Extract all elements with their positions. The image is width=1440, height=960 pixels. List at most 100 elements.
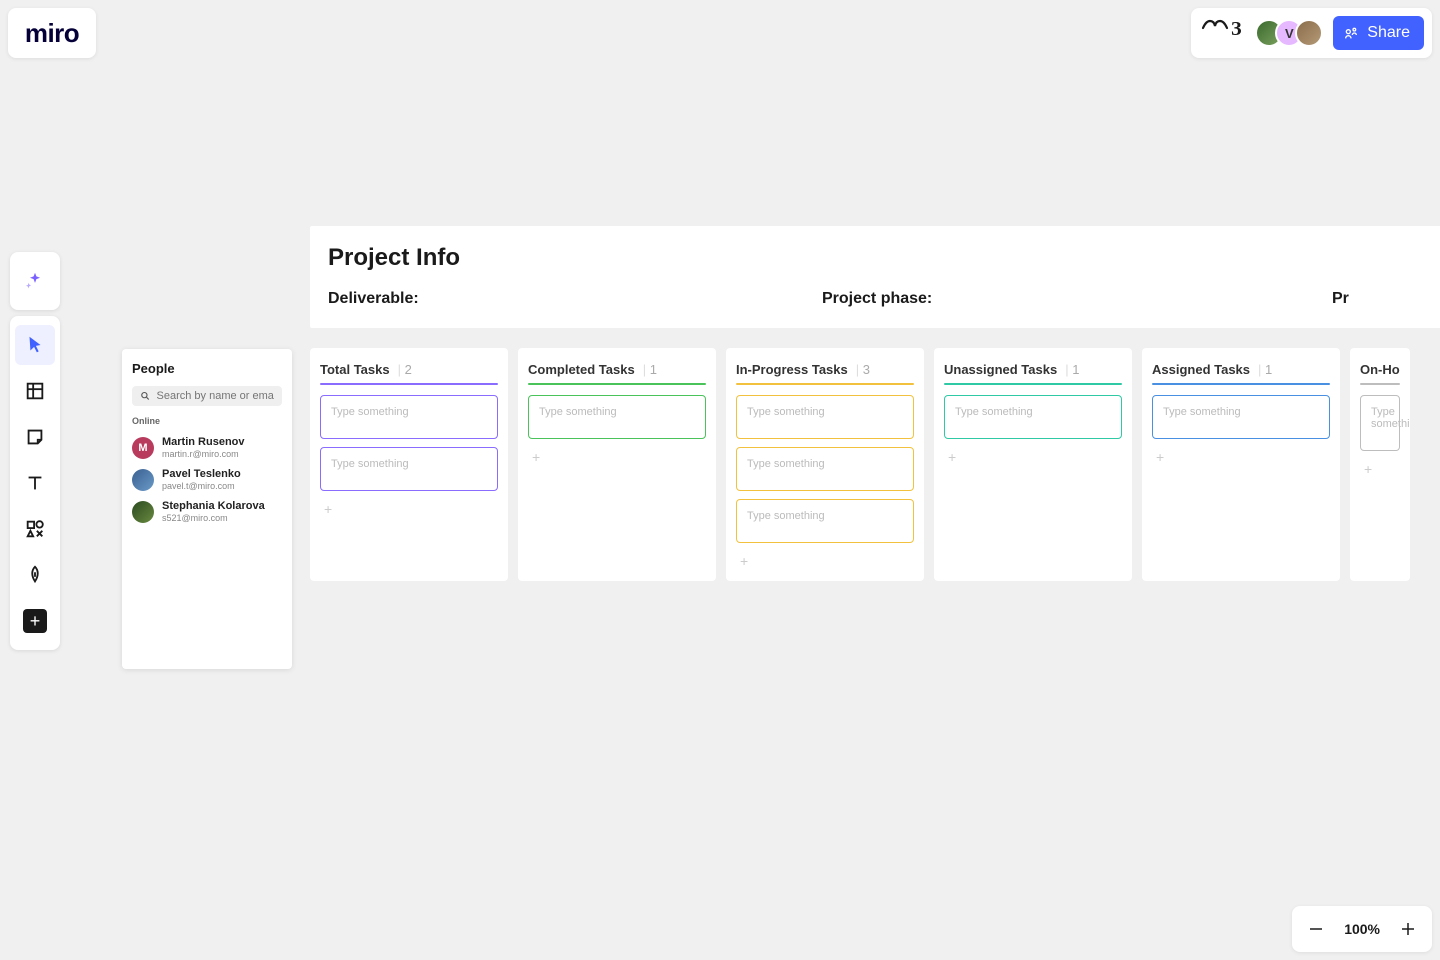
- column-count: 3: [856, 362, 870, 377]
- ai-tool[interactable]: [15, 261, 55, 301]
- kanban-card[interactable]: Type something: [736, 447, 914, 491]
- kanban-card[interactable]: Type something: [528, 395, 706, 439]
- column-header: Unassigned Tasks 1: [944, 362, 1122, 377]
- text-icon: [24, 472, 46, 494]
- collaborator-avatars[interactable]: V: [1255, 19, 1323, 47]
- person-email: s521@miro.com: [162, 513, 265, 524]
- phase-label: Project phase:: [822, 290, 1332, 308]
- column-count: 1: [643, 362, 657, 377]
- kanban-column[interactable]: Completed Tasks 1 Type something +: [518, 348, 716, 581]
- add-card-button[interactable]: +: [528, 447, 706, 467]
- column-header: Total Tasks 2: [320, 362, 498, 377]
- person-row[interactable]: Stephania Kolarova s521@miro.com: [132, 496, 282, 528]
- kanban-columns: Total Tasks 2 Type something Type something…: [310, 348, 1410, 581]
- people-panel: People Online M Martin Rusenov martin.r@…: [122, 349, 292, 669]
- avatar: M: [132, 437, 154, 459]
- zoom-control: 100%: [1292, 906, 1432, 952]
- column-underline: [528, 383, 706, 385]
- plus-text: +: [30, 612, 41, 630]
- zoom-in-button[interactable]: [1398, 919, 1418, 939]
- frame-icon: [24, 380, 46, 402]
- column-title: In-Progress Tasks: [736, 362, 848, 377]
- people-search[interactable]: [132, 386, 282, 406]
- share-icon: [1343, 25, 1359, 41]
- column-underline: [1360, 383, 1400, 385]
- person-name: Stephania Kolarova: [162, 500, 265, 513]
- logo-card[interactable]: miro: [8, 8, 96, 58]
- shapes-tool[interactable]: [15, 509, 55, 549]
- sparkle-icon: [24, 270, 46, 292]
- person-email: pavel.t@miro.com: [162, 481, 241, 492]
- sticky-tool[interactable]: [15, 417, 55, 457]
- column-title: Completed Tasks: [528, 362, 635, 377]
- main-tool-group: +: [10, 316, 60, 650]
- project-info-card[interactable]: Project Info Deliverable: Project phase:…: [310, 226, 1440, 328]
- search-icon: [140, 390, 151, 402]
- sticky-icon: [24, 426, 46, 448]
- column-title: On-Ho: [1360, 362, 1400, 377]
- kanban-column[interactable]: On-Ho Type something +: [1350, 348, 1410, 581]
- kanban-card[interactable]: Type something: [1152, 395, 1330, 439]
- add-card-button[interactable]: +: [944, 447, 1122, 467]
- share-button[interactable]: Share: [1333, 16, 1424, 50]
- kanban-card[interactable]: Type something: [736, 499, 914, 543]
- kanban-column[interactable]: Assigned Tasks1 Type something +: [1142, 348, 1340, 581]
- kanban-column[interactable]: In-Progress Tasks 3 Type something Type som…: [726, 348, 924, 581]
- svg-text:З: З: [1231, 18, 1242, 40]
- minus-icon: [1307, 920, 1325, 938]
- kanban-card[interactable]: Type something: [320, 447, 498, 491]
- kanban-column[interactable]: Unassigned Tasks 1 Type something +: [934, 348, 1132, 581]
- app-logo: miro: [25, 18, 79, 49]
- kanban-card[interactable]: Type something: [736, 395, 914, 439]
- zoom-level[interactable]: 100%: [1344, 921, 1380, 937]
- avatar: [132, 501, 154, 523]
- add-card-button[interactable]: +: [736, 551, 914, 571]
- column-count: 2: [398, 362, 412, 377]
- column-title: Total Tasks: [320, 362, 390, 377]
- kanban-column[interactable]: Total Tasks 2 Type something Type something…: [310, 348, 508, 581]
- people-online-label: Online: [132, 416, 282, 426]
- kanban-card[interactable]: Type something: [944, 395, 1122, 439]
- avatar: [132, 469, 154, 491]
- kanban-card[interactable]: Type something: [1360, 395, 1400, 451]
- person-row[interactable]: Pavel Teslenko pavel.t@miro.com: [132, 464, 282, 496]
- column-header: On-Ho: [1360, 362, 1400, 377]
- add-card-button[interactable]: +: [1152, 447, 1330, 467]
- cursor-icon: [24, 334, 46, 356]
- person-name: Martin Rusenov: [162, 436, 245, 449]
- person-info: Stephania Kolarova s521@miro.com: [162, 500, 265, 524]
- share-label: Share: [1367, 24, 1410, 42]
- select-tool[interactable]: [15, 325, 55, 365]
- person-row[interactable]: M Martin Rusenov martin.r@miro.com: [132, 432, 282, 464]
- project-info-title: Project Info: [328, 244, 1440, 272]
- deliverable-label: Deliverable:: [328, 290, 822, 308]
- column-underline: [320, 383, 498, 385]
- ai-tool-group: [10, 252, 60, 310]
- pen-icon: [24, 564, 46, 586]
- column-count: 1: [1065, 362, 1079, 377]
- reactions-icon[interactable]: З: [1201, 18, 1245, 44]
- kanban-card[interactable]: Type something: [320, 395, 498, 439]
- text-tool[interactable]: [15, 463, 55, 503]
- pen-tool[interactable]: [15, 555, 55, 595]
- column-underline: [736, 383, 914, 385]
- add-card-button[interactable]: +: [320, 499, 498, 519]
- add-card-button[interactable]: +: [1360, 459, 1400, 479]
- plus-icon: [1399, 920, 1417, 938]
- column-header: Assigned Tasks1: [1152, 362, 1330, 377]
- people-title: People: [132, 361, 282, 376]
- zoom-out-button[interactable]: [1306, 919, 1326, 939]
- avatar[interactable]: [1295, 19, 1323, 47]
- person-name: Pavel Teslenko: [162, 468, 241, 481]
- column-title: Unassigned Tasks: [944, 362, 1057, 377]
- frame-tool[interactable]: [15, 371, 55, 411]
- topbar-right: З V Share: [1191, 8, 1432, 58]
- shapes-icon: [24, 518, 46, 540]
- people-search-input[interactable]: [157, 390, 274, 402]
- person-info: Martin Rusenov martin.r@miro.com: [162, 436, 245, 460]
- add-tool[interactable]: +: [15, 601, 55, 641]
- plus-icon: +: [23, 609, 47, 633]
- column-count: 1: [1258, 362, 1272, 377]
- extra-field-label: Pr: [1332, 290, 1349, 308]
- person-info: Pavel Teslenko pavel.t@miro.com: [162, 468, 241, 492]
